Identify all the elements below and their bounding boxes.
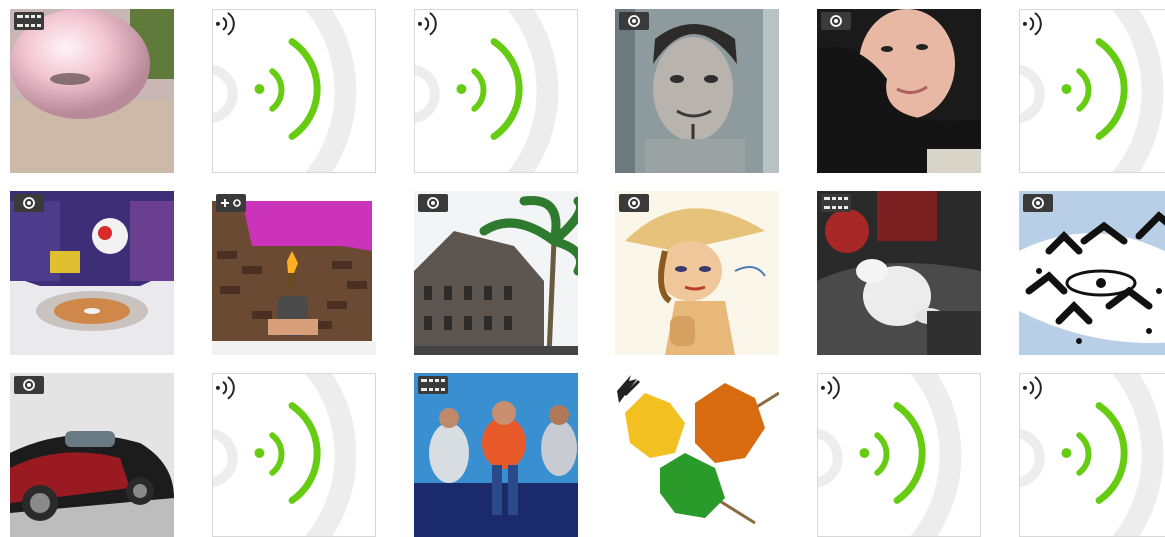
media-tile-image[interactable] <box>615 9 779 173</box>
media-tile-image[interactable] <box>1019 191 1165 355</box>
gamepad-icon <box>216 194 246 212</box>
media-tile-audio[interactable] <box>414 9 578 173</box>
thumbnail-image <box>817 191 981 355</box>
audio-wave-icon <box>213 374 375 536</box>
media-tile-video[interactable] <box>414 373 578 537</box>
camera-icon <box>1023 194 1053 212</box>
media-tile-game[interactable] <box>212 191 376 355</box>
media-tile-image[interactable] <box>10 373 174 537</box>
thumbnail-image <box>615 373 779 537</box>
media-tile-video[interactable] <box>817 191 981 355</box>
thumbnail-image <box>615 9 779 173</box>
film-strip-icon <box>418 376 448 394</box>
thumbnail-image <box>212 191 376 355</box>
media-tile-cursor[interactable] <box>615 373 779 537</box>
media-tile-audio[interactable] <box>817 373 981 537</box>
thumbnail-image <box>10 373 174 537</box>
media-gallery-grid <box>0 0 1165 537</box>
audio-wave-icon <box>1020 10 1165 172</box>
media-tile-video[interactable] <box>10 9 174 173</box>
media-tile-image[interactable] <box>615 191 779 355</box>
media-tile-image[interactable] <box>414 191 578 355</box>
film-strip-icon <box>14 12 44 30</box>
thumbnail-image <box>10 9 174 173</box>
media-tile-audio[interactable] <box>1019 373 1165 537</box>
audio-wave-icon <box>415 10 577 172</box>
audio-wave-icon <box>818 374 980 536</box>
camera-icon <box>619 194 649 212</box>
thumbnail-image <box>414 373 578 537</box>
audio-wave-icon <box>1020 374 1165 536</box>
camera-icon <box>619 12 649 30</box>
media-tile-image[interactable] <box>10 191 174 355</box>
audio-wave-icon <box>213 10 375 172</box>
film-strip-icon <box>821 194 851 212</box>
thumbnail-image <box>615 191 779 355</box>
camera-icon <box>418 194 448 212</box>
thumbnail-image <box>817 9 981 173</box>
media-tile-audio[interactable] <box>1019 9 1165 173</box>
thumbnail-image <box>10 191 174 355</box>
media-tile-audio[interactable] <box>212 9 376 173</box>
camera-icon <box>14 376 44 394</box>
thumbnail-image <box>1019 191 1165 355</box>
camera-icon <box>821 12 851 30</box>
camera-icon <box>14 194 44 212</box>
media-tile-audio[interactable] <box>212 373 376 537</box>
media-tile-image[interactable] <box>817 9 981 173</box>
thumbnail-image <box>414 191 578 355</box>
